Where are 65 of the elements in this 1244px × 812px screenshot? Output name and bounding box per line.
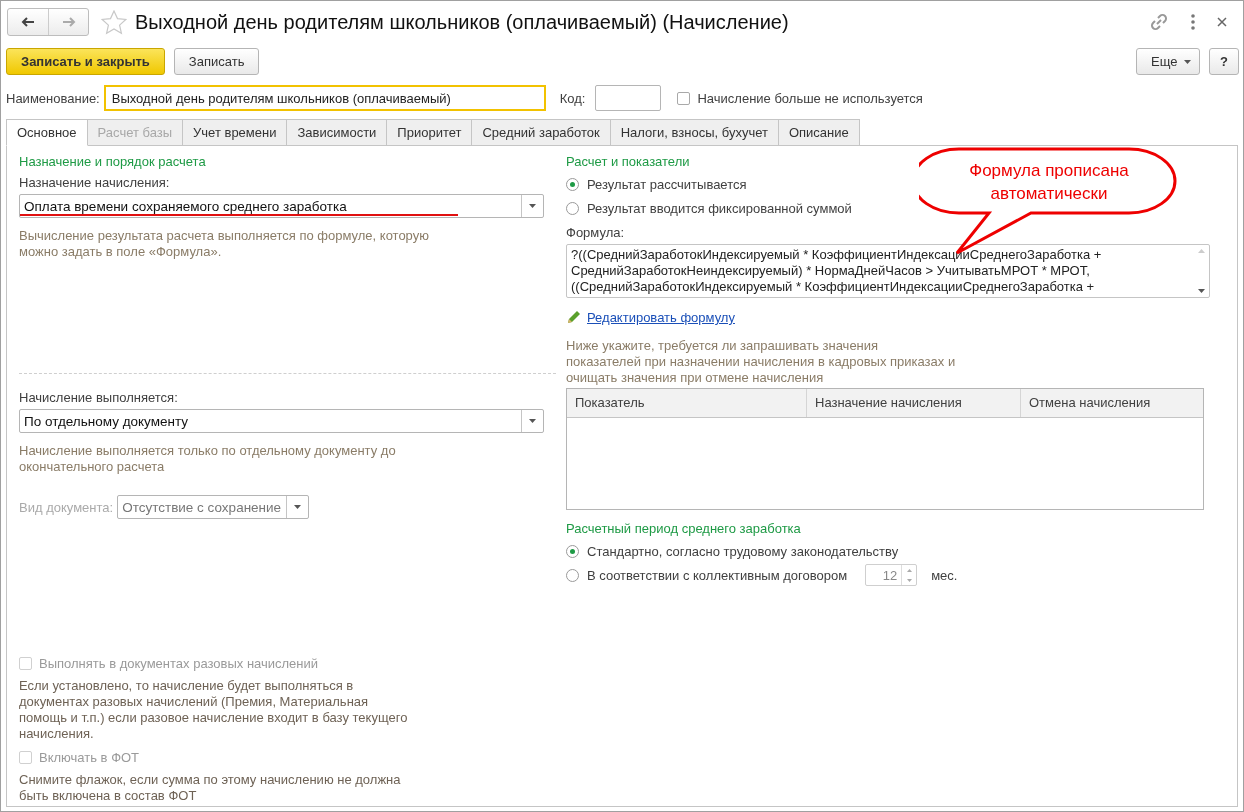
section-heading: Расчетный период среднего заработка: [566, 521, 802, 536]
pencil-icon: [566, 310, 581, 325]
column-header[interactable]: Показатель: [567, 389, 807, 417]
back-arrow-icon: [21, 17, 35, 27]
forward-arrow-icon: [61, 17, 76, 27]
radio-button[interactable]: [566, 544, 579, 558]
tab[interactable]: Основное: [6, 119, 88, 146]
more-icon[interactable]: [1191, 14, 1195, 30]
field-label: Начисление выполняется:: [19, 390, 179, 405]
checkbox-label: Выполнять в документах разовых начислений: [39, 656, 319, 671]
spin-down-icon[interactable]: [906, 578, 912, 582]
checkbox-label: Начисление больше не используется: [697, 90, 923, 106]
code-field[interactable]: [595, 85, 662, 111]
radio-button[interactable]: [566, 568, 579, 582]
hint-text: Вычисление результата расчета выполняется по формуле, которую можно задать в поле «Формула».: [19, 228, 430, 260]
execution-select[interactable]: По отдельному документу: [19, 409, 544, 433]
radio-label: Результат рассчитывается: [587, 176, 747, 192]
code-label: Код:: [559, 90, 586, 106]
edit-formula-link[interactable]: Редактировать формулу: [587, 310, 735, 325]
callout-text: Формула прописана автоматически: [968, 160, 1130, 205]
scroll-down-icon[interactable]: [1197, 289, 1205, 293]
tab[interactable]: Зависимости: [286, 119, 388, 145]
section-heading: Расчет и показатели: [566, 154, 691, 169]
tab[interactable]: Налоги, взносы, бухучет: [609, 119, 779, 145]
field-label: Вид документа:: [19, 499, 114, 515]
save-and-close-button[interactable]: Записать и закрыть: [6, 47, 165, 75]
help-button[interactable]: ?: [1209, 47, 1239, 75]
hint-text: Начисление выполняется только по отдельному документу до окончательного расчета: [19, 443, 397, 475]
name-field[interactable]: Выходной день родителям школьников (оплачиваемый): [103, 85, 546, 111]
formula-field[interactable]: ?((СреднийЗаработокИндексируемый * КоэффициентИндексацииСреднегоЗаработка + СреднийЗаработокНеиндексируемый) * НормаДнейЧасов > УчитыватьМРОТ * МРОТ, ((СреднийЗаработокИндексируемый * КоэффициентИндексацииСреднегоЗаработка +: [566, 244, 1210, 298]
section-heading: Назначение и порядок расчета: [19, 154, 207, 169]
hint-text: Если установлено, то начисление будет выполняться в документах разовых начислений (Премия, Материальная помощь и т.п.) если разовое начисление входит в базу текущего начисления.: [19, 678, 409, 742]
radio-button[interactable]: [566, 201, 579, 215]
caret-icon: [1184, 60, 1192, 65]
months-field[interactable]: 12: [865, 564, 918, 586]
radio-button[interactable]: [566, 177, 579, 191]
save-button[interactable]: Записать: [173, 47, 260, 75]
window-title: Выходной день родителям школьников (оплачиваемый) (Начисление): [135, 10, 790, 34]
tab[interactable]: Приоритет: [386, 119, 473, 145]
name-label: Наименование:: [6, 90, 100, 106]
dropdown-arrow-icon: [529, 419, 536, 423]
tab[interactable]: Средний заработок: [471, 119, 611, 145]
field-label: Формула:: [566, 225, 626, 240]
tab[interactable]: Учет времени: [182, 119, 288, 145]
more-button[interactable]: Еще: [1135, 47, 1201, 75]
spin-up-icon[interactable]: [906, 568, 912, 572]
radio-label: Результат вводится фиксированной суммой: [587, 200, 852, 216]
star-icon[interactable]: [101, 9, 127, 35]
column-header[interactable]: Назначение начисления: [807, 389, 1021, 417]
column-header[interactable]: Отмена начисления: [1021, 389, 1203, 417]
scroll-up-icon[interactable]: [1197, 249, 1205, 253]
radio-label: В соответствии с коллективным договором: [587, 567, 848, 583]
tab[interactable]: Описание: [777, 119, 860, 145]
radio-label: Стандартно, согласно трудовому законодательству: [587, 543, 899, 559]
close-icon[interactable]: [1217, 17, 1227, 27]
dropdown-arrow-icon: [294, 505, 302, 509]
dropdown-arrow-icon: [529, 204, 536, 208]
hint-text: Снимите флажок, если сумма по этому начислению не должна быть включена в состав ФОТ: [19, 772, 402, 804]
hint-text: Ниже укажите, требуется ли запрашивать значения показателей при назначении начисления в кадровых приказах и очищать значения при отмене начисления: [566, 338, 957, 386]
purpose-select[interactable]: Оплата времени сохраняемого среднего заработка: [19, 194, 544, 218]
checkbox[interactable]: [677, 91, 691, 105]
field-label: Назначение начисления:: [19, 175, 171, 190]
checkbox-label: Включать в ФОТ: [39, 750, 140, 765]
unit-label: мес.: [931, 567, 958, 583]
link-icon[interactable]: [1149, 12, 1169, 32]
